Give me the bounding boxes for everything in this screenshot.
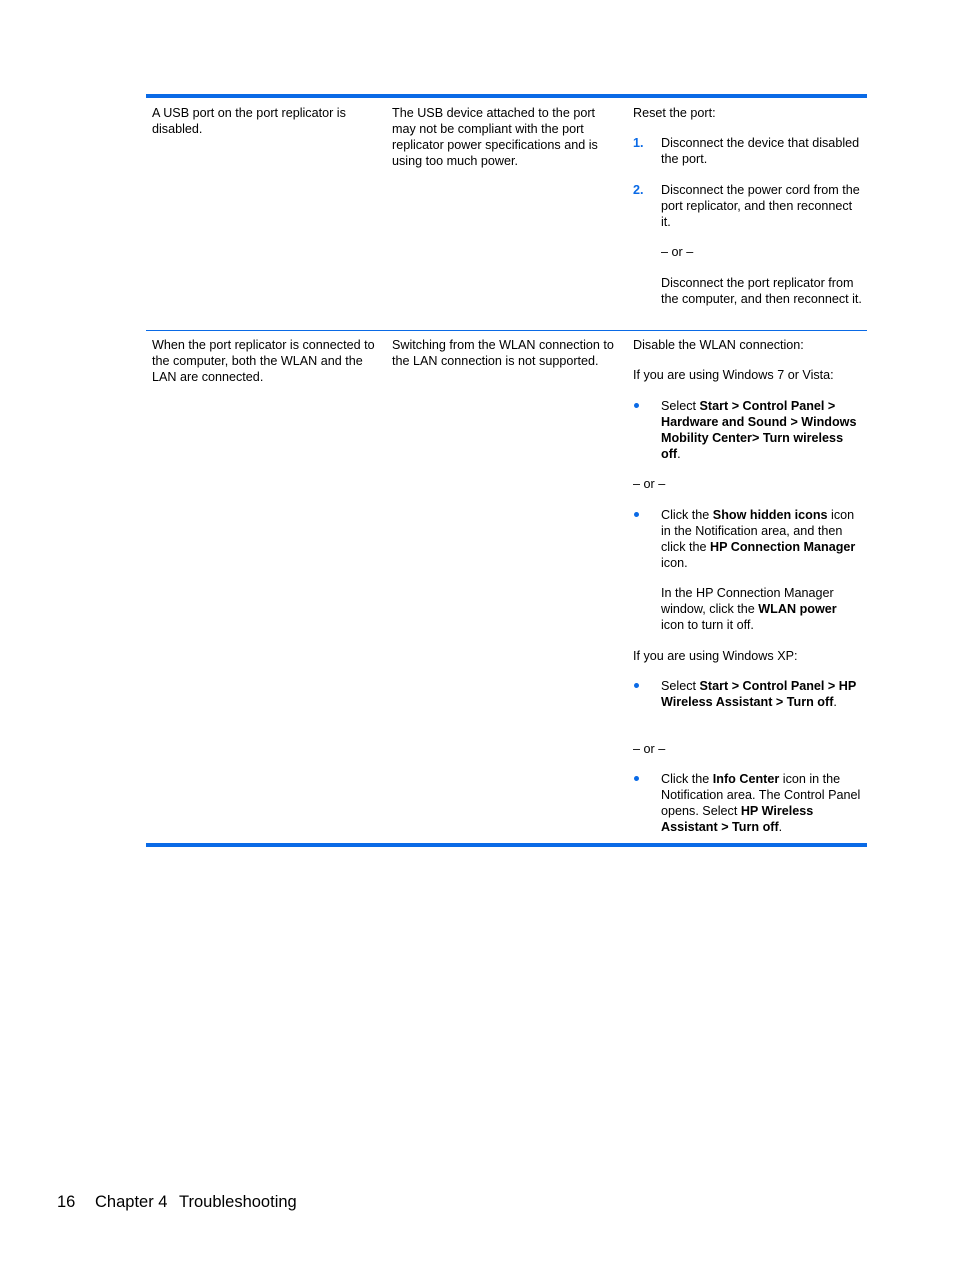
step-number: 2. [633, 183, 644, 197]
step-text: Disconnect the device that disabled the … [661, 136, 860, 166]
text-span: Select [661, 679, 700, 693]
text-span: Click the [661, 772, 713, 786]
alternative-step: Disconnect the port replicator from the … [661, 276, 862, 306]
table-bottom-rule [146, 843, 867, 847]
cause-cell: Switching from the WLAN connection to th… [392, 338, 614, 368]
bullet-icon [634, 683, 639, 688]
text-span: . [677, 447, 681, 461]
ui-term: HP Connection Manager [710, 540, 856, 554]
text-span: Select [661, 399, 700, 413]
chapter-label: Chapter 4 [95, 1193, 168, 1211]
ui-term: Info Center [712, 772, 780, 786]
bullet-icon [634, 512, 639, 517]
ui-term: WLAN power [758, 602, 837, 616]
bullet-icon [634, 776, 639, 781]
bullet-text: Click the Show hidden icons icon in the … [661, 507, 865, 571]
bullet-text: Select Start > Control Panel > Hardware … [661, 398, 861, 462]
text-span: icon to turn it off. [661, 618, 754, 632]
chapter-title: Troubleshooting [179, 1193, 297, 1211]
problem-cell: A USB port on the port replicator is dis… [152, 106, 346, 136]
bullet-icon [634, 403, 639, 408]
problem-cell: When the port replicator is connected to… [152, 338, 375, 384]
solution-intro: Reset the port: [633, 106, 716, 120]
bullet-text: Click the Info Center icon in the Notifi… [661, 771, 861, 835]
bullet-text: Select Start > Control Panel > HP Wirele… [661, 678, 857, 710]
windows7-heading: If you are using Windows 7 or Vista: [633, 368, 834, 382]
ui-term: Show hidden icons [712, 508, 828, 522]
text-span: Click the [661, 508, 713, 522]
or-separator: – or – [633, 742, 666, 756]
step-number: 1. [633, 136, 644, 150]
solution-intro: Disable the WLAN connection: [633, 338, 804, 352]
or-separator: – or – [661, 245, 694, 259]
page-number: 16 [57, 1193, 76, 1211]
text-span: . [833, 695, 837, 709]
text-span: icon. [661, 556, 688, 570]
or-separator: – or – [633, 477, 666, 491]
windows-xp-heading: If you are using Windows XP: [633, 649, 798, 663]
bullet-paragraph: In the HP Connection Manager window, cli… [661, 585, 861, 633]
text-span: . [778, 820, 783, 834]
row-divider [146, 330, 867, 331]
table-top-rule [146, 94, 867, 98]
cause-cell: The USB device attached to the port may … [392, 106, 598, 168]
step-text: Disconnect the power cord from the port … [661, 183, 860, 229]
